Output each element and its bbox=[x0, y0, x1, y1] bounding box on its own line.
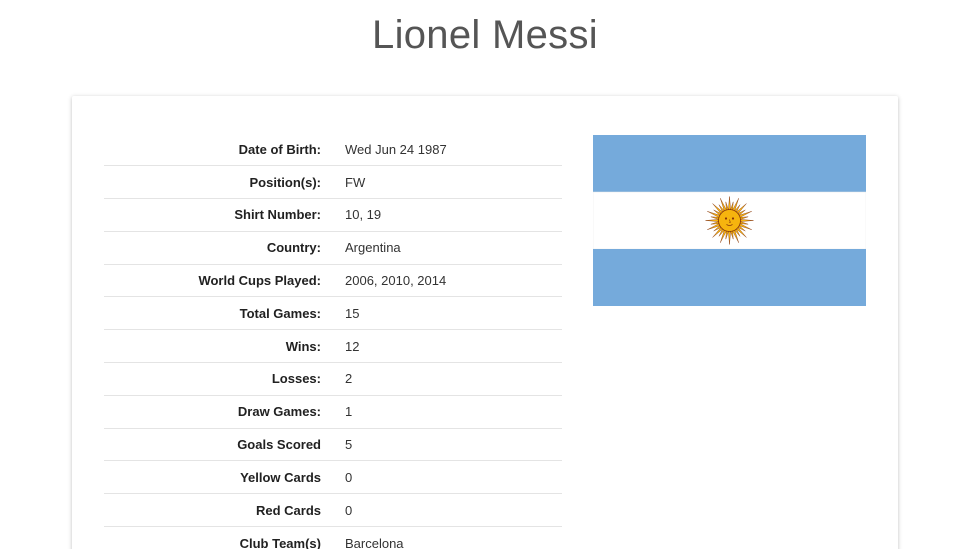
stat-row-positions: Position(s): FW bbox=[104, 166, 562, 199]
sun-eye bbox=[724, 217, 728, 220]
stat-label: Total Games: bbox=[239, 305, 321, 321]
stat-value: FW bbox=[345, 174, 366, 190]
sun-eye bbox=[731, 217, 735, 220]
stat-value: 10, 19 bbox=[345, 207, 382, 223]
stat-row-red-cards: Red Cards 0 bbox=[104, 494, 562, 527]
stat-value: 0 bbox=[345, 502, 353, 518]
stat-label: Goals Scored bbox=[237, 437, 321, 453]
flag-bottom-stripe bbox=[593, 249, 866, 306]
argentina-flag-icon bbox=[593, 135, 866, 306]
stat-label: Shirt Number: bbox=[234, 207, 321, 223]
flag-top-stripe bbox=[593, 135, 866, 192]
stat-row-date-of-birth: Date of Birth: Wed Jun 24 1987 bbox=[104, 133, 562, 166]
stat-label: Draw Games: bbox=[237, 404, 321, 420]
stat-value: 5 bbox=[345, 437, 353, 453]
stat-row-country: Country: Argentina bbox=[104, 231, 562, 265]
stat-label: Club Team(s) bbox=[239, 535, 321, 549]
stat-value: 2006, 2010, 2014 bbox=[345, 273, 447, 289]
stat-label: Wins: bbox=[285, 338, 321, 354]
stat-value: 12 bbox=[345, 338, 360, 354]
page-title: Lionel Messi bbox=[372, 13, 598, 57]
stat-row-losses: Losses: 2 bbox=[104, 363, 562, 396]
stat-row-goals-scored: Goals Scored 5 bbox=[104, 428, 562, 461]
stat-label: Losses: bbox=[271, 371, 321, 387]
stat-row-world-cups-played: World Cups Played: 2006, 2010, 2014 bbox=[104, 264, 562, 297]
stat-value: 0 bbox=[345, 469, 353, 485]
stat-row-draw-games: Draw Games: 1 bbox=[104, 395, 562, 429]
stat-row-shirt-number: Shirt Number: 10, 19 bbox=[104, 199, 562, 232]
stat-row-total-games: Total Games: 15 bbox=[104, 297, 562, 330]
player-page: Lionel Messi Date of Birth: Wed Jun 24 1… bbox=[0, 0, 970, 549]
sun-of-may-icon bbox=[705, 196, 754, 245]
stat-label: Yellow Cards bbox=[240, 469, 321, 485]
stat-value: 15 bbox=[345, 305, 360, 321]
player-stats-table: Date of Birth: Wed Jun 24 1987 Position(… bbox=[104, 133, 562, 549]
stat-label: Position(s): bbox=[249, 174, 322, 190]
stat-label: Date of Birth: bbox=[238, 141, 321, 157]
stat-value: Barcelona bbox=[345, 535, 404, 549]
stat-label: World Cups Played: bbox=[198, 273, 321, 289]
stat-row-yellow-cards: Yellow Cards 0 bbox=[104, 461, 562, 494]
stat-value: 1 bbox=[345, 404, 353, 420]
stat-label: Red Cards bbox=[255, 502, 321, 518]
stat-value: 2 bbox=[345, 371, 353, 387]
stat-value: Argentina bbox=[345, 240, 401, 256]
player-card: Date of Birth: Wed Jun 24 1987 Position(… bbox=[72, 96, 898, 549]
stat-row-club-teams: Club Team(s) Barcelona bbox=[104, 527, 562, 549]
stat-label: Country: bbox=[266, 240, 321, 256]
stat-row-wins: Wins: 12 bbox=[104, 330, 562, 363]
stat-value: Wed Jun 24 1987 bbox=[345, 141, 447, 157]
